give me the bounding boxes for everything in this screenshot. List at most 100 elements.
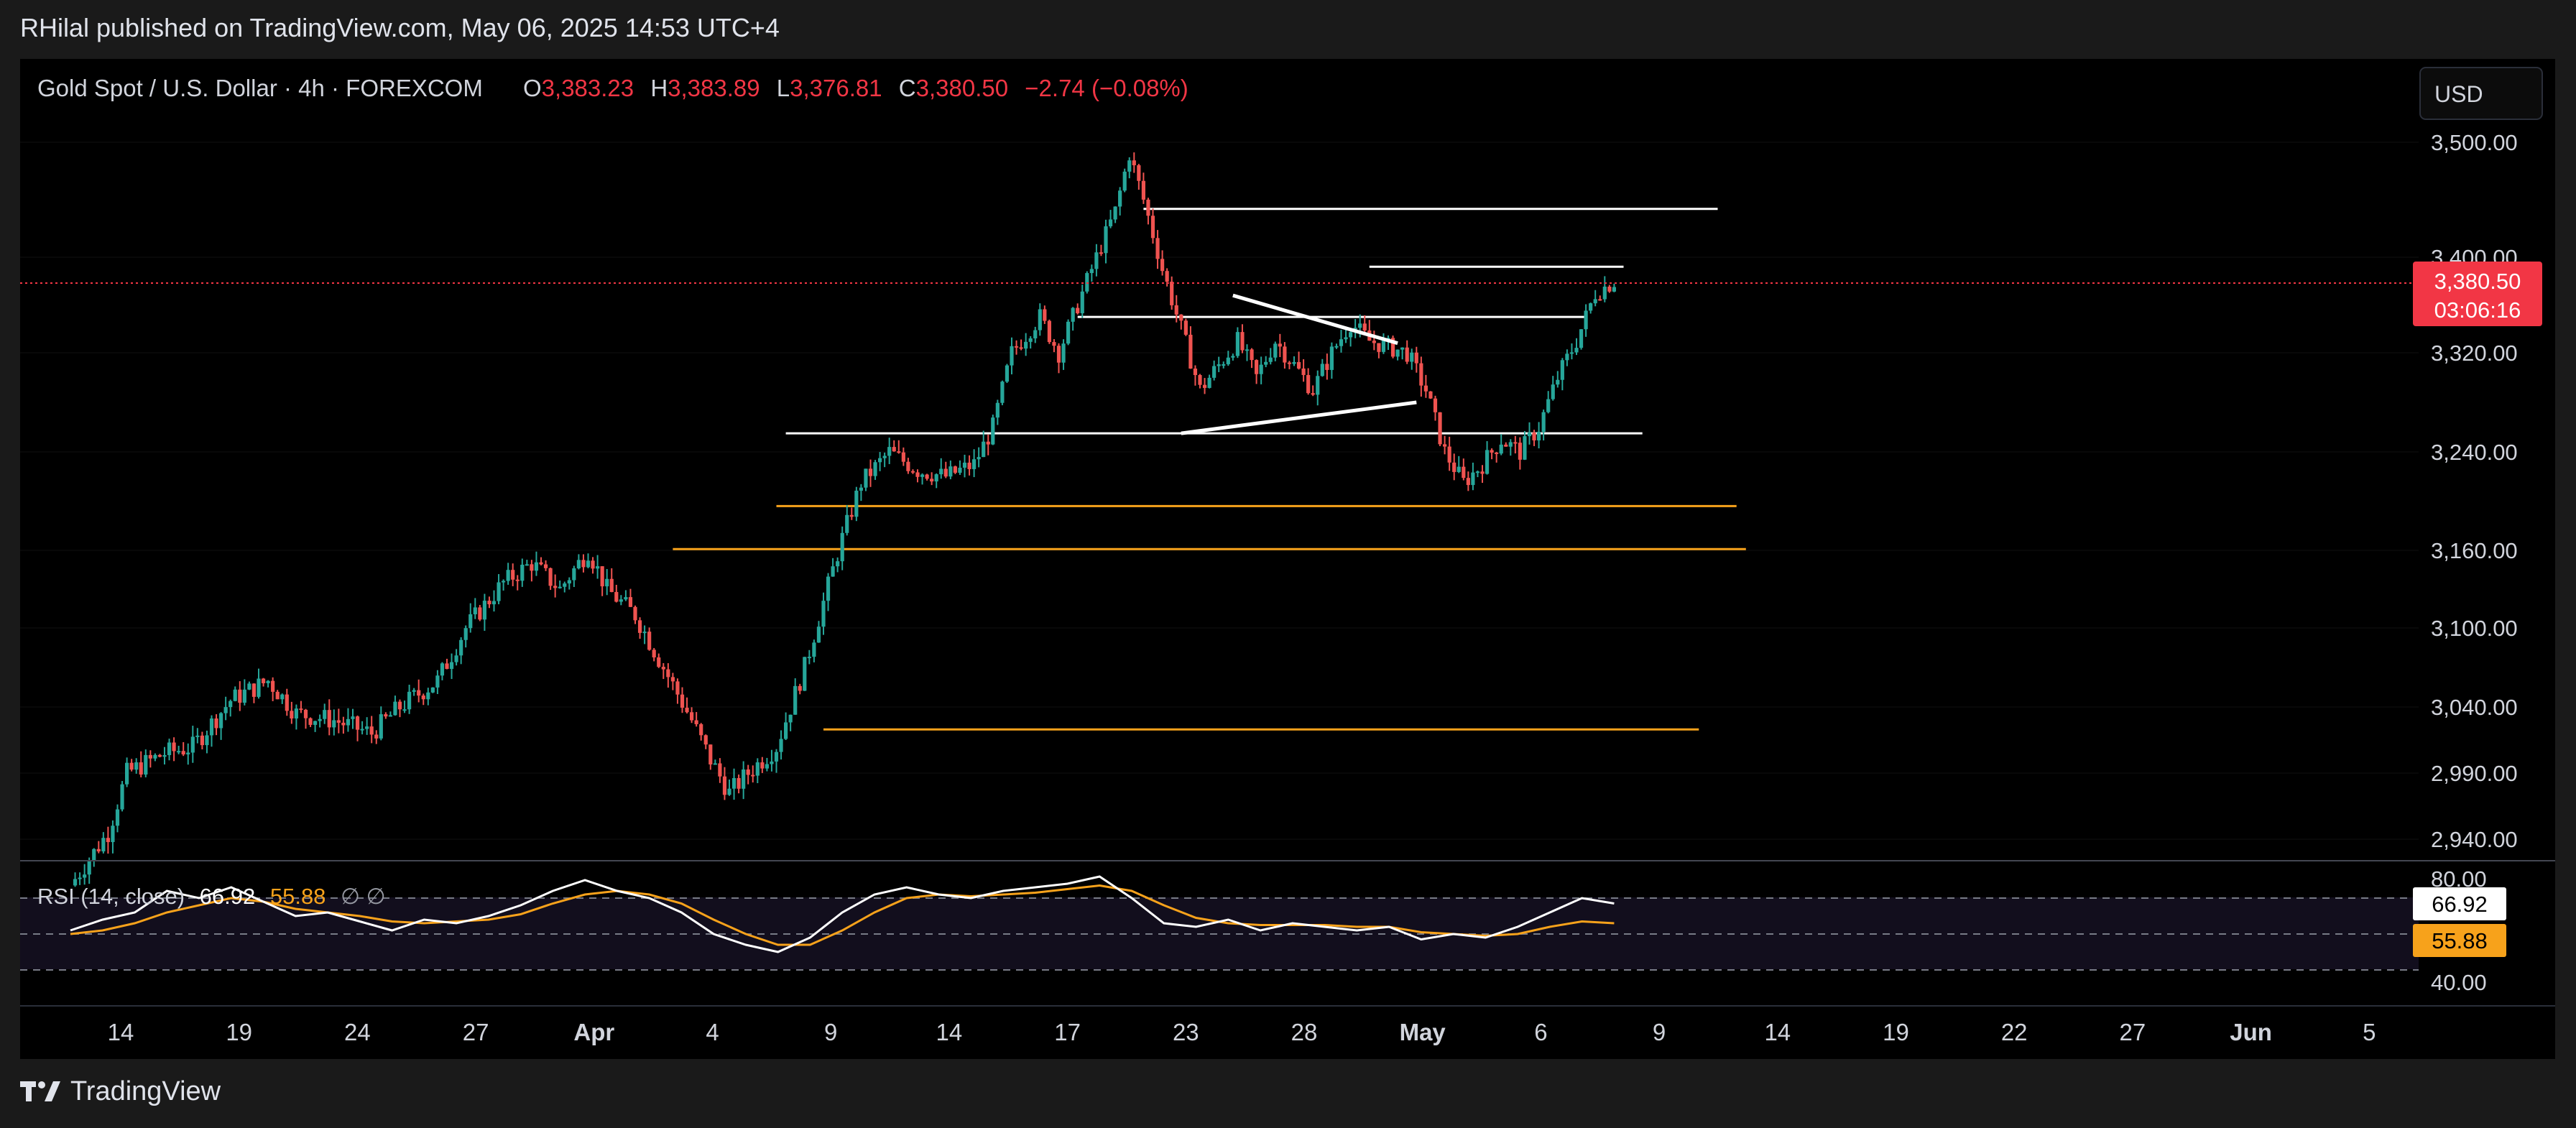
candle-body — [148, 754, 152, 759]
candle-body — [779, 739, 783, 752]
candle-body — [563, 583, 567, 587]
candle-body — [910, 471, 915, 473]
candle-body — [473, 607, 477, 614]
candle-body — [200, 735, 204, 746]
candle-body — [374, 734, 379, 739]
candle-body — [172, 742, 176, 752]
time-tick-label: 14 — [108, 1019, 134, 1045]
candle-body — [812, 642, 816, 657]
candle-body — [614, 591, 619, 602]
candle-body — [435, 675, 440, 688]
candle-body — [873, 462, 877, 476]
candle-body — [195, 735, 200, 737]
price-axis[interactable]: 3,500.003,400.003,320.003,240.003,160.00… — [2431, 130, 2518, 852]
candle-body — [1024, 341, 1028, 349]
candle-body — [449, 662, 454, 670]
candle-body — [106, 838, 110, 843]
candle-body — [948, 466, 953, 477]
candle-body — [558, 586, 562, 588]
candle-body — [727, 788, 731, 795]
legend-o-value: 3,383.23 — [542, 75, 634, 101]
candle-body — [167, 742, 172, 755]
candle-body — [181, 751, 185, 755]
candle-body — [430, 687, 435, 693]
candle-body — [1137, 165, 1141, 181]
tradingview-logo-icon — [20, 1081, 60, 1101]
candle-body — [440, 663, 445, 676]
time-tick-label: May — [1400, 1019, 1446, 1045]
candle-body — [742, 769, 746, 789]
candle-body — [369, 726, 374, 735]
candle-body — [784, 722, 788, 739]
rsi-ma-tag-value: 55.88 — [2432, 928, 2488, 953]
candle-body — [1443, 444, 1447, 447]
candle-body — [1076, 308, 1080, 313]
candle-body — [247, 683, 251, 690]
publisher-line: RHilal published on TradingView.com, May… — [20, 13, 780, 42]
chart-svg[interactable]: Gold Spot / U.S. Dollar · 4h · FOREXCOM … — [20, 59, 2555, 1059]
triangle-trendline — [1181, 400, 1417, 435]
legend-symbol: Gold Spot / U.S. Dollar · 4h · FOREXCOM — [37, 75, 483, 101]
candle-body — [1264, 361, 1268, 365]
candle-body — [666, 669, 670, 678]
candle-body — [633, 606, 637, 621]
time-axis[interactable]: 14 19 24 27 Apr 4 9 14 17 23 28 May 6 9 14 19 22 27 Jun 5 — [108, 1019, 2376, 1045]
candle-body — [887, 447, 892, 456]
candle-body — [1447, 446, 1451, 463]
candle-body — [637, 620, 642, 633]
candle-body — [1000, 382, 1005, 403]
candle-body — [1052, 342, 1056, 346]
candle-body — [628, 597, 633, 607]
candle-body — [1217, 364, 1221, 366]
candle-body — [1541, 412, 1546, 433]
candle-body — [1047, 320, 1051, 343]
candle-body — [214, 718, 218, 729]
candle-body — [1212, 366, 1217, 378]
candle-body — [920, 474, 925, 477]
candle-body — [341, 722, 346, 726]
candle-body — [657, 657, 661, 667]
candle-body — [1362, 323, 1367, 330]
legend-c-label: C — [899, 75, 916, 101]
candle-body — [1433, 398, 1438, 412]
candle-body — [1292, 361, 1296, 364]
candle-body — [680, 694, 685, 708]
candle-body — [703, 735, 708, 745]
time-tick-label: 17 — [1054, 1019, 1081, 1045]
candle-body — [1250, 349, 1254, 361]
candle-body — [642, 632, 647, 634]
candle-body — [336, 720, 341, 723]
candle-body — [177, 751, 181, 753]
candle-body — [972, 459, 977, 469]
candle-body — [1089, 269, 1094, 274]
candle-body — [1066, 321, 1071, 344]
candle-body — [1198, 375, 1202, 385]
candle-body — [939, 468, 943, 475]
candle-body — [153, 754, 157, 759]
candle-body — [845, 514, 849, 533]
candle-body — [1490, 450, 1494, 453]
candle-body — [958, 467, 962, 473]
candle-body — [92, 849, 96, 861]
candle-body — [1010, 346, 1014, 366]
chart-frame[interactable]: Gold Spot / U.S. Dollar · 4h · FOREXCOM … — [20, 59, 2555, 1059]
candle-body — [421, 695, 425, 700]
candle-body — [384, 714, 388, 717]
candle-body — [1395, 349, 1400, 357]
currency-label: USD — [2434, 81, 2483, 107]
price-tag: 3,380.50 03:06:16 — [2413, 262, 2542, 326]
candle-body — [661, 667, 665, 670]
candle-body — [1513, 442, 1518, 444]
candle-body — [78, 877, 82, 879]
candle-body — [930, 479, 934, 482]
legend-h-label: H — [650, 75, 668, 101]
candle-body — [1499, 444, 1503, 454]
price-tag-price: 3,380.50 — [2434, 269, 2521, 294]
candle-body — [1165, 271, 1169, 282]
candle-body — [803, 657, 807, 691]
candle-body — [713, 763, 717, 765]
candle-body — [1085, 273, 1089, 292]
currency-button[interactable]: USD — [2419, 67, 2543, 120]
candle-body — [134, 762, 139, 770]
time-tick-label: 6 — [1534, 1019, 1547, 1045]
